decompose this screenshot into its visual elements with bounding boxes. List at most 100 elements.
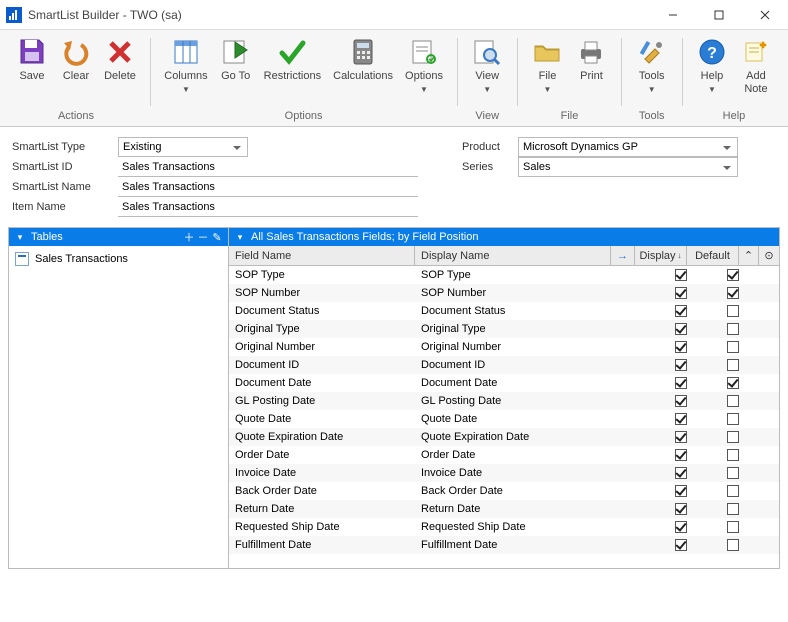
cell-default-checkbox[interactable] xyxy=(707,413,759,425)
cell-display-name: Document Status xyxy=(415,305,631,317)
view-button[interactable]: View ▼ xyxy=(465,34,509,108)
cell-display-checkbox[interactable] xyxy=(655,431,707,443)
cell-default-checkbox[interactable] xyxy=(707,539,759,551)
table-row[interactable]: Document StatusDocument Status xyxy=(229,302,779,320)
smartlist-type-dropdown[interactable]: Existing xyxy=(118,137,248,157)
cell-display-name: Order Date xyxy=(415,449,631,461)
smartlist-name-field[interactable]: Sales Transactions xyxy=(118,177,418,197)
cell-default-checkbox[interactable] xyxy=(707,431,759,443)
cell-default-checkbox[interactable] xyxy=(707,305,759,317)
table-row[interactable]: Original NumberOriginal Number xyxy=(229,338,779,356)
delete-button[interactable]: Delete xyxy=(98,34,142,108)
calculator-icon xyxy=(347,36,379,68)
cell-display-checkbox[interactable] xyxy=(655,485,707,497)
cell-default-checkbox[interactable] xyxy=(707,323,759,335)
table-row[interactable]: Invoice DateInvoice Date xyxy=(229,464,779,482)
columns-button[interactable]: Columns ▼ xyxy=(158,34,213,108)
restrictions-button[interactable]: Restrictions xyxy=(258,34,327,108)
cell-default-checkbox[interactable] xyxy=(707,377,759,389)
cell-display-checkbox[interactable] xyxy=(655,521,707,533)
cell-display-checkbox[interactable] xyxy=(655,503,707,515)
col-display-name[interactable]: Display Name xyxy=(415,246,611,265)
minimize-button[interactable] xyxy=(650,0,696,30)
calculations-button[interactable]: Calculations xyxy=(327,34,399,108)
printer-icon xyxy=(575,36,607,68)
table-row[interactable]: SOP NumberSOP Number xyxy=(229,284,779,302)
edit-table-icon[interactable]: ✎ xyxy=(210,231,224,244)
table-item[interactable]: Sales Transactions xyxy=(15,250,222,268)
table-row[interactable]: Fulfillment DateFulfillment Date xyxy=(229,536,779,554)
cell-display-checkbox[interactable] xyxy=(655,413,707,425)
cell-default-checkbox[interactable] xyxy=(707,467,759,479)
ribbon-group-help: ? Help ▼ Add Note Help xyxy=(686,34,782,126)
table-row[interactable]: Back Order DateBack Order Date xyxy=(229,482,779,500)
delete-label: Delete xyxy=(104,70,136,83)
item-name-field[interactable]: Sales Transactions xyxy=(118,197,418,217)
grid-body[interactable]: SOP TypeSOP TypeSOP NumberSOP NumberDocu… xyxy=(229,266,779,568)
table-row[interactable]: Document IDDocument ID xyxy=(229,356,779,374)
table-row[interactable]: Order DateOrder Date xyxy=(229,446,779,464)
cell-default-checkbox[interactable] xyxy=(707,341,759,353)
help-button[interactable]: ? Help ▼ xyxy=(690,34,734,108)
table-row[interactable]: Quote Expiration DateQuote Expiration Da… xyxy=(229,428,779,446)
col-up-icon[interactable]: ⌃ xyxy=(739,246,759,265)
add-table-icon[interactable]: ＋ xyxy=(182,229,196,245)
options-button[interactable]: Options ▼ xyxy=(399,34,449,108)
cell-default-checkbox[interactable] xyxy=(707,521,759,533)
cell-display-checkbox[interactable] xyxy=(655,269,707,281)
collapse-icon[interactable]: ▾ xyxy=(233,230,247,244)
collapse-icon[interactable]: ▾ xyxy=(13,230,27,244)
file-button[interactable]: File ▼ xyxy=(525,34,569,108)
cell-field-name: Original Number xyxy=(229,341,415,353)
cell-display-checkbox[interactable] xyxy=(655,323,707,335)
item-name-label: Item Name xyxy=(8,201,118,213)
cell-display-checkbox[interactable] xyxy=(655,539,707,551)
cell-display-name: Quote Expiration Date xyxy=(415,431,631,443)
print-label: Print xyxy=(580,70,603,83)
cell-default-checkbox[interactable] xyxy=(707,287,759,299)
cell-display-checkbox[interactable] xyxy=(655,377,707,389)
product-dropdown[interactable]: Microsoft Dynamics GP xyxy=(518,137,738,157)
series-dropdown[interactable]: Sales xyxy=(518,157,738,177)
table-row[interactable]: Requested Ship DateRequested Ship Date xyxy=(229,518,779,536)
col-expand-icon[interactable]: ⊙ xyxy=(759,246,779,265)
close-button[interactable] xyxy=(742,0,788,30)
save-button[interactable]: Save xyxy=(10,34,54,108)
file-label: File xyxy=(539,70,557,83)
cell-display-checkbox[interactable] xyxy=(655,467,707,479)
cell-display-checkbox[interactable] xyxy=(655,395,707,407)
cell-display-checkbox[interactable] xyxy=(655,341,707,353)
cell-default-checkbox[interactable] xyxy=(707,449,759,461)
table-row[interactable]: Quote DateQuote Date xyxy=(229,410,779,428)
cell-display-checkbox[interactable] xyxy=(655,287,707,299)
cell-default-checkbox[interactable] xyxy=(707,395,759,407)
tools-button[interactable]: Tools ▼ xyxy=(630,34,674,108)
remove-table-icon[interactable]: － xyxy=(196,229,210,245)
col-display[interactable]: Display↓ xyxy=(635,246,687,265)
sort-icon: ↓ xyxy=(678,251,682,260)
table-row[interactable]: SOP TypeSOP Type xyxy=(229,266,779,284)
cell-default-checkbox[interactable] xyxy=(707,503,759,515)
cell-default-checkbox[interactable] xyxy=(707,359,759,371)
smartlist-name-label: SmartList Name xyxy=(8,181,118,193)
cell-display-checkbox[interactable] xyxy=(655,305,707,317)
goto-button[interactable]: Go To xyxy=(214,34,258,108)
table-row[interactable]: Original TypeOriginal Type xyxy=(229,320,779,338)
cell-default-checkbox[interactable] xyxy=(707,485,759,497)
clear-button[interactable]: Clear xyxy=(54,34,98,108)
cell-field-name: Quote Date xyxy=(229,413,415,425)
cell-default-checkbox[interactable] xyxy=(707,269,759,281)
table-row[interactable]: GL Posting DateGL Posting Date xyxy=(229,392,779,410)
restrictions-label: Restrictions xyxy=(264,70,321,83)
smartlist-id-field[interactable]: Sales Transactions xyxy=(118,157,418,177)
table-row[interactable]: Document DateDocument Date xyxy=(229,374,779,392)
col-field-name[interactable]: Field Name xyxy=(229,246,415,265)
maximize-button[interactable] xyxy=(696,0,742,30)
cell-display-checkbox[interactable] xyxy=(655,359,707,371)
table-row[interactable]: Return DateReturn Date xyxy=(229,500,779,518)
cell-display-checkbox[interactable] xyxy=(655,449,707,461)
add-note-button[interactable]: Add Note xyxy=(734,34,778,108)
print-button[interactable]: Print xyxy=(569,34,613,108)
col-default[interactable]: Default xyxy=(687,246,739,265)
col-move-icon[interactable]: → xyxy=(611,246,635,265)
